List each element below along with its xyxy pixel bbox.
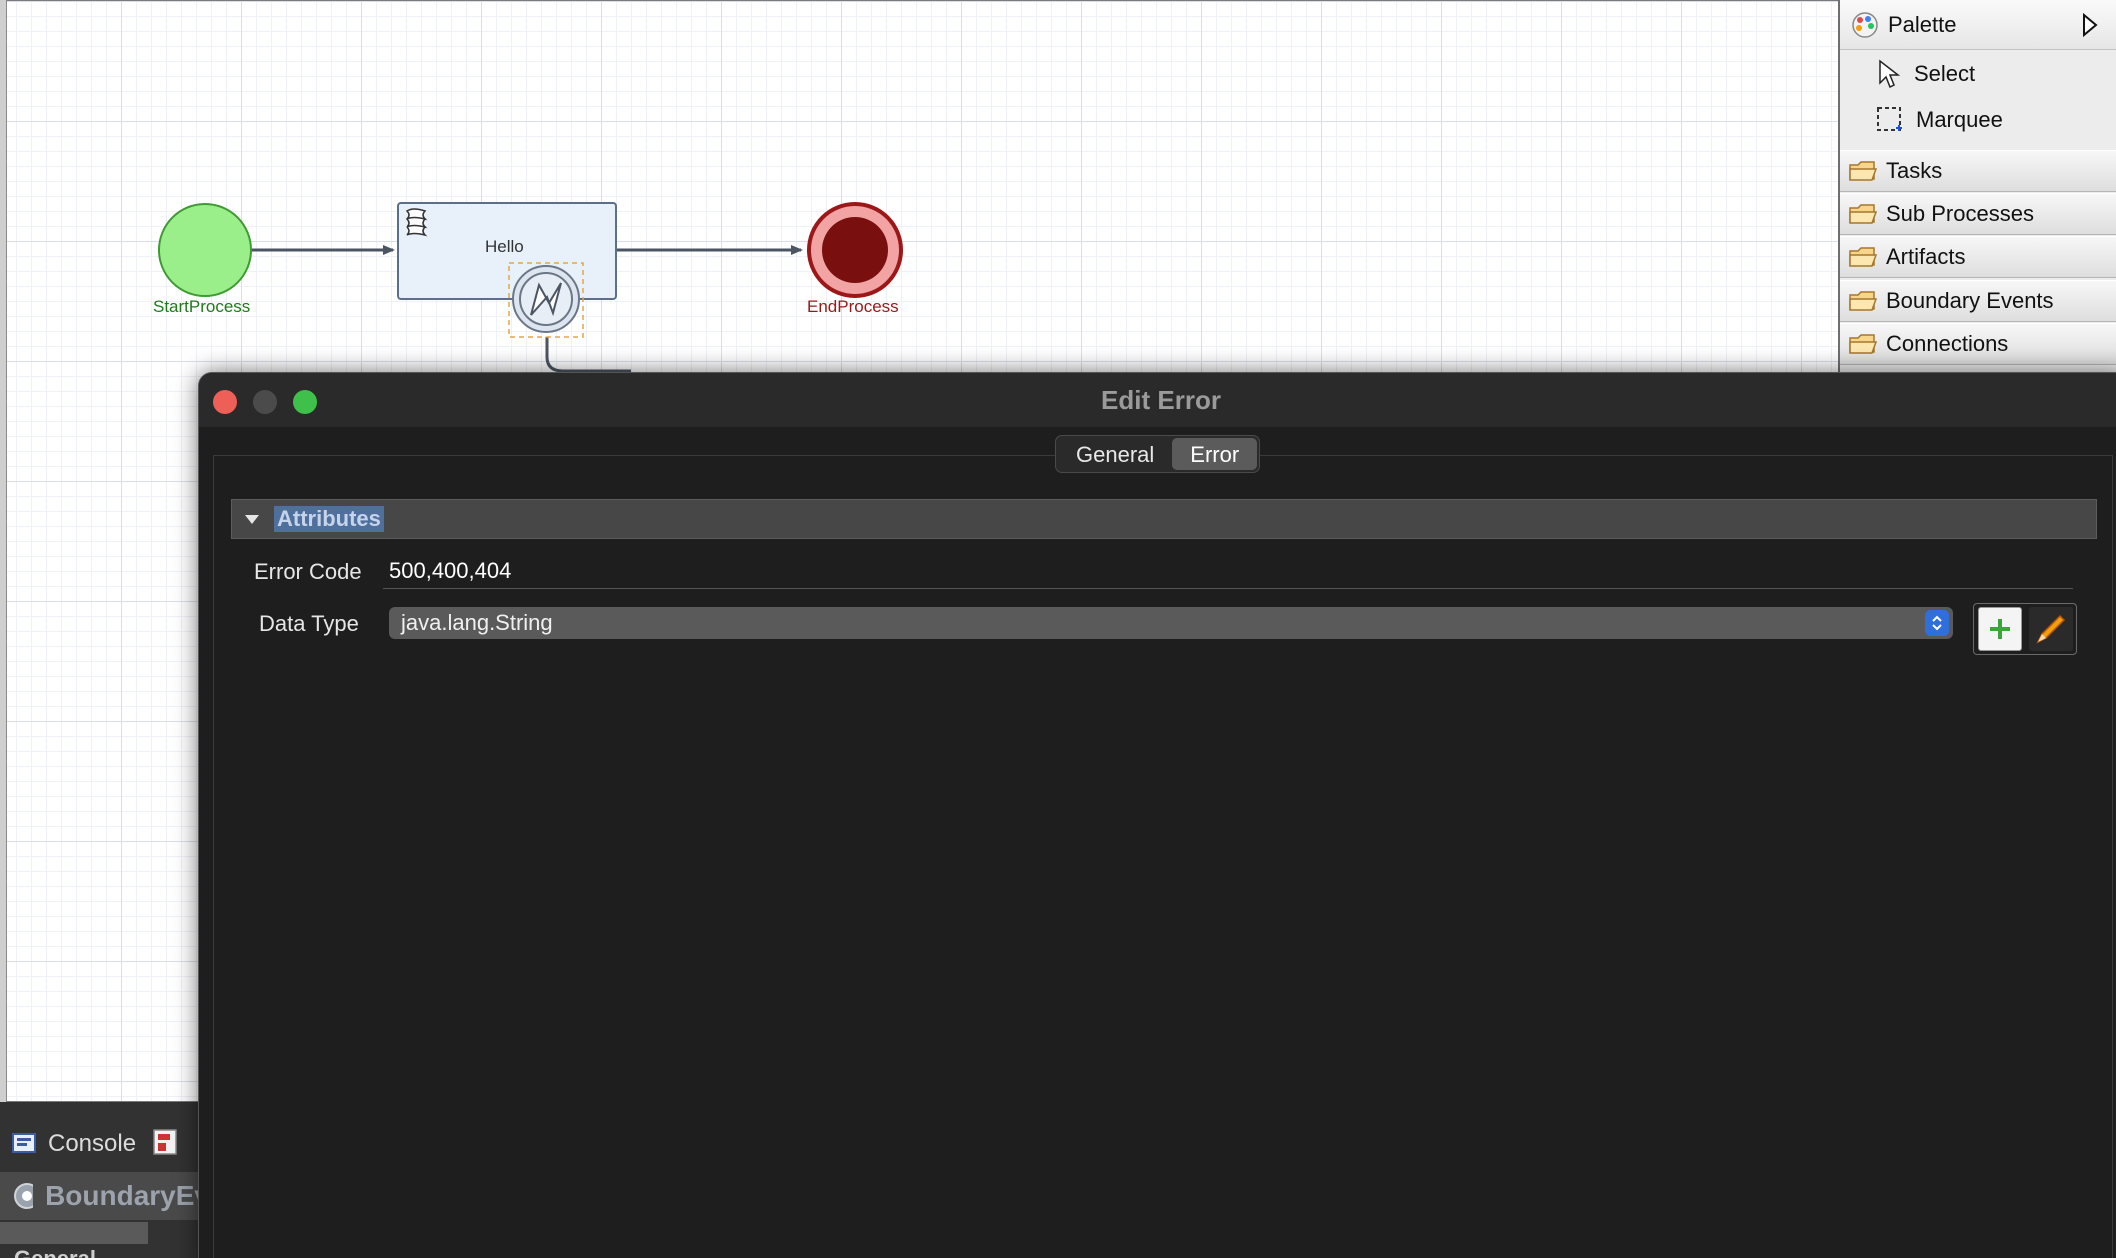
end-event-label: EndProcess (807, 297, 899, 316)
palette-drawer-subprocesses[interactable]: Sub Processes (1840, 193, 2116, 235)
tab-general[interactable]: General (1058, 438, 1172, 470)
drawer-label: Tasks (1886, 158, 1943, 183)
palette-drawer-tasks[interactable]: Tasks (1840, 150, 2116, 192)
add-data-type-button[interactable] (1977, 607, 2022, 651)
folder-icon (1849, 247, 1878, 267)
dialog-titlebar[interactable]: Edit Error (199, 373, 2116, 427)
section-title: Attributes (274, 506, 384, 532)
data-type-actions (1973, 603, 2077, 655)
palette-tool-label: Select (1914, 61, 1976, 86)
drawer-label: Sub Processes (1886, 201, 2034, 226)
task-label: Hello (485, 237, 524, 256)
attributes-section-header[interactable]: Attributes (231, 499, 2097, 539)
collapse-triangle-icon[interactable] (244, 513, 260, 525)
palette-tool-label: Marquee (1916, 107, 2003, 132)
palette-panel: Palette Select Marquee Tasks Sub Process… (1838, 0, 2116, 372)
folder-icon (1849, 291, 1878, 311)
app-window: StartProcess Hello EndProcess Palette Se… (0, 0, 2116, 1258)
console-tab-label: Console (48, 1130, 137, 1157)
properties-icon[interactable] (152, 1128, 182, 1160)
chevron-updown-icon (1925, 610, 1949, 636)
edit-data-type-button[interactable] (2028, 607, 2073, 651)
properties-tab-strip (0, 1222, 148, 1244)
console-icon (12, 1133, 36, 1153)
start-event[interactable] (158, 203, 252, 297)
start-event-label: StartProcess (153, 297, 251, 316)
error-code-label: Error Code (254, 559, 362, 584)
boundary-event-icon (14, 1183, 34, 1209)
properties-title: BoundaryEv (45, 1180, 210, 1211)
data-type-select[interactable]: java.lang.String (389, 607, 1953, 639)
boundary-flow[interactable] (545, 337, 631, 373)
folder-icon (1849, 204, 1878, 224)
arrow-pointer-icon (1879, 59, 1901, 89)
console-tab[interactable]: Console (12, 1128, 182, 1160)
canvas-ruler (0, 0, 7, 1102)
drawer-label: Artifacts (1886, 244, 1966, 269)
error-code-input[interactable] (383, 553, 2073, 589)
tab-error[interactable]: Error (1172, 438, 1258, 470)
palette-drawer-artifacts[interactable]: Artifacts (1840, 236, 2116, 278)
palette-icon (1852, 11, 1878, 38)
properties-title-row: BoundaryEv (0, 1172, 210, 1220)
script-icon (405, 208, 428, 237)
pencil-icon (2035, 614, 2065, 644)
folder-icon (1849, 161, 1878, 181)
end-event-core (822, 217, 888, 283)
palette-tool-marquee[interactable]: Marquee (1876, 99, 2003, 141)
plus-icon (1989, 619, 2010, 639)
data-type-label: Data Type (259, 611, 359, 636)
drawer-label: Connections (1886, 331, 2009, 356)
dialog-tabs: General Error (1055, 435, 1261, 473)
edit-error-dialog: Edit Error General Error Attributes Erro… (198, 372, 2116, 1258)
marquee-icon (1877, 107, 1902, 131)
dialog-title: Edit Error (1101, 385, 1221, 415)
palette-tool-select[interactable]: Select (1876, 53, 1975, 95)
drawer-label: Boundary Events (1886, 288, 2054, 313)
palette-drawer-boundary-events[interactable]: Boundary Events (1840, 280, 2116, 322)
palette-header[interactable]: Palette (1840, 0, 2116, 50)
palette-title: Palette (1888, 11, 1957, 37)
folder-icon (1849, 334, 1878, 354)
properties-general-tab[interactable]: General (14, 1246, 96, 1258)
palette-collapse-icon[interactable] (2080, 13, 2100, 37)
palette-drawer-connections[interactable]: Connections (1840, 323, 2116, 365)
data-type-value: java.lang.String (401, 610, 553, 635)
